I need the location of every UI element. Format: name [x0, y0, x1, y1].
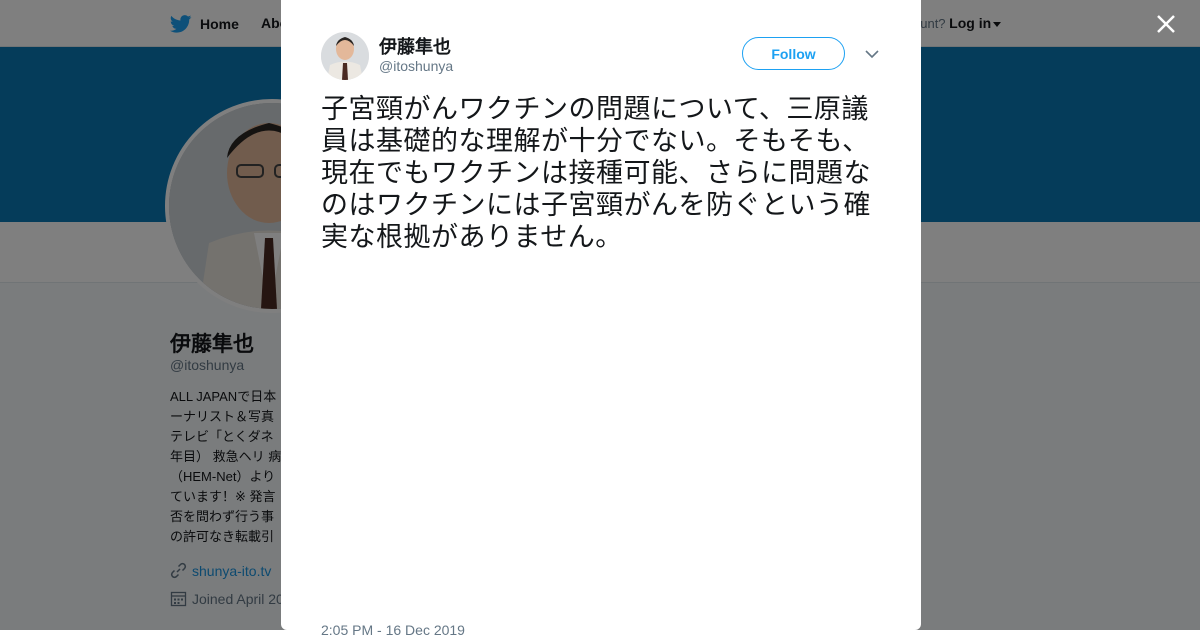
follow-button[interactable]: Follow: [742, 37, 845, 70]
tweet-author-avatar-image: [321, 32, 369, 80]
close-icon[interactable]: [1150, 8, 1182, 40]
tweet-timestamp[interactable]: 2:05 PM - 16 Dec 2019: [321, 622, 465, 638]
tweet-modal: 伊藤隼也 @itoshunya Follow 子宮頸がんワクチンの問題について、…: [281, 0, 921, 638]
chevron-down-icon[interactable]: [864, 46, 880, 62]
tweet-author-handle[interactable]: @itoshunya: [379, 58, 453, 74]
tweet-text: 子宮頸がんワクチンの問題について、三原議員は基礎的な理解が十分でない。そもそも、…: [321, 94, 871, 252]
tweet-author-name[interactable]: 伊藤隼也: [379, 33, 451, 59]
tweet-author-avatar[interactable]: [321, 32, 369, 80]
